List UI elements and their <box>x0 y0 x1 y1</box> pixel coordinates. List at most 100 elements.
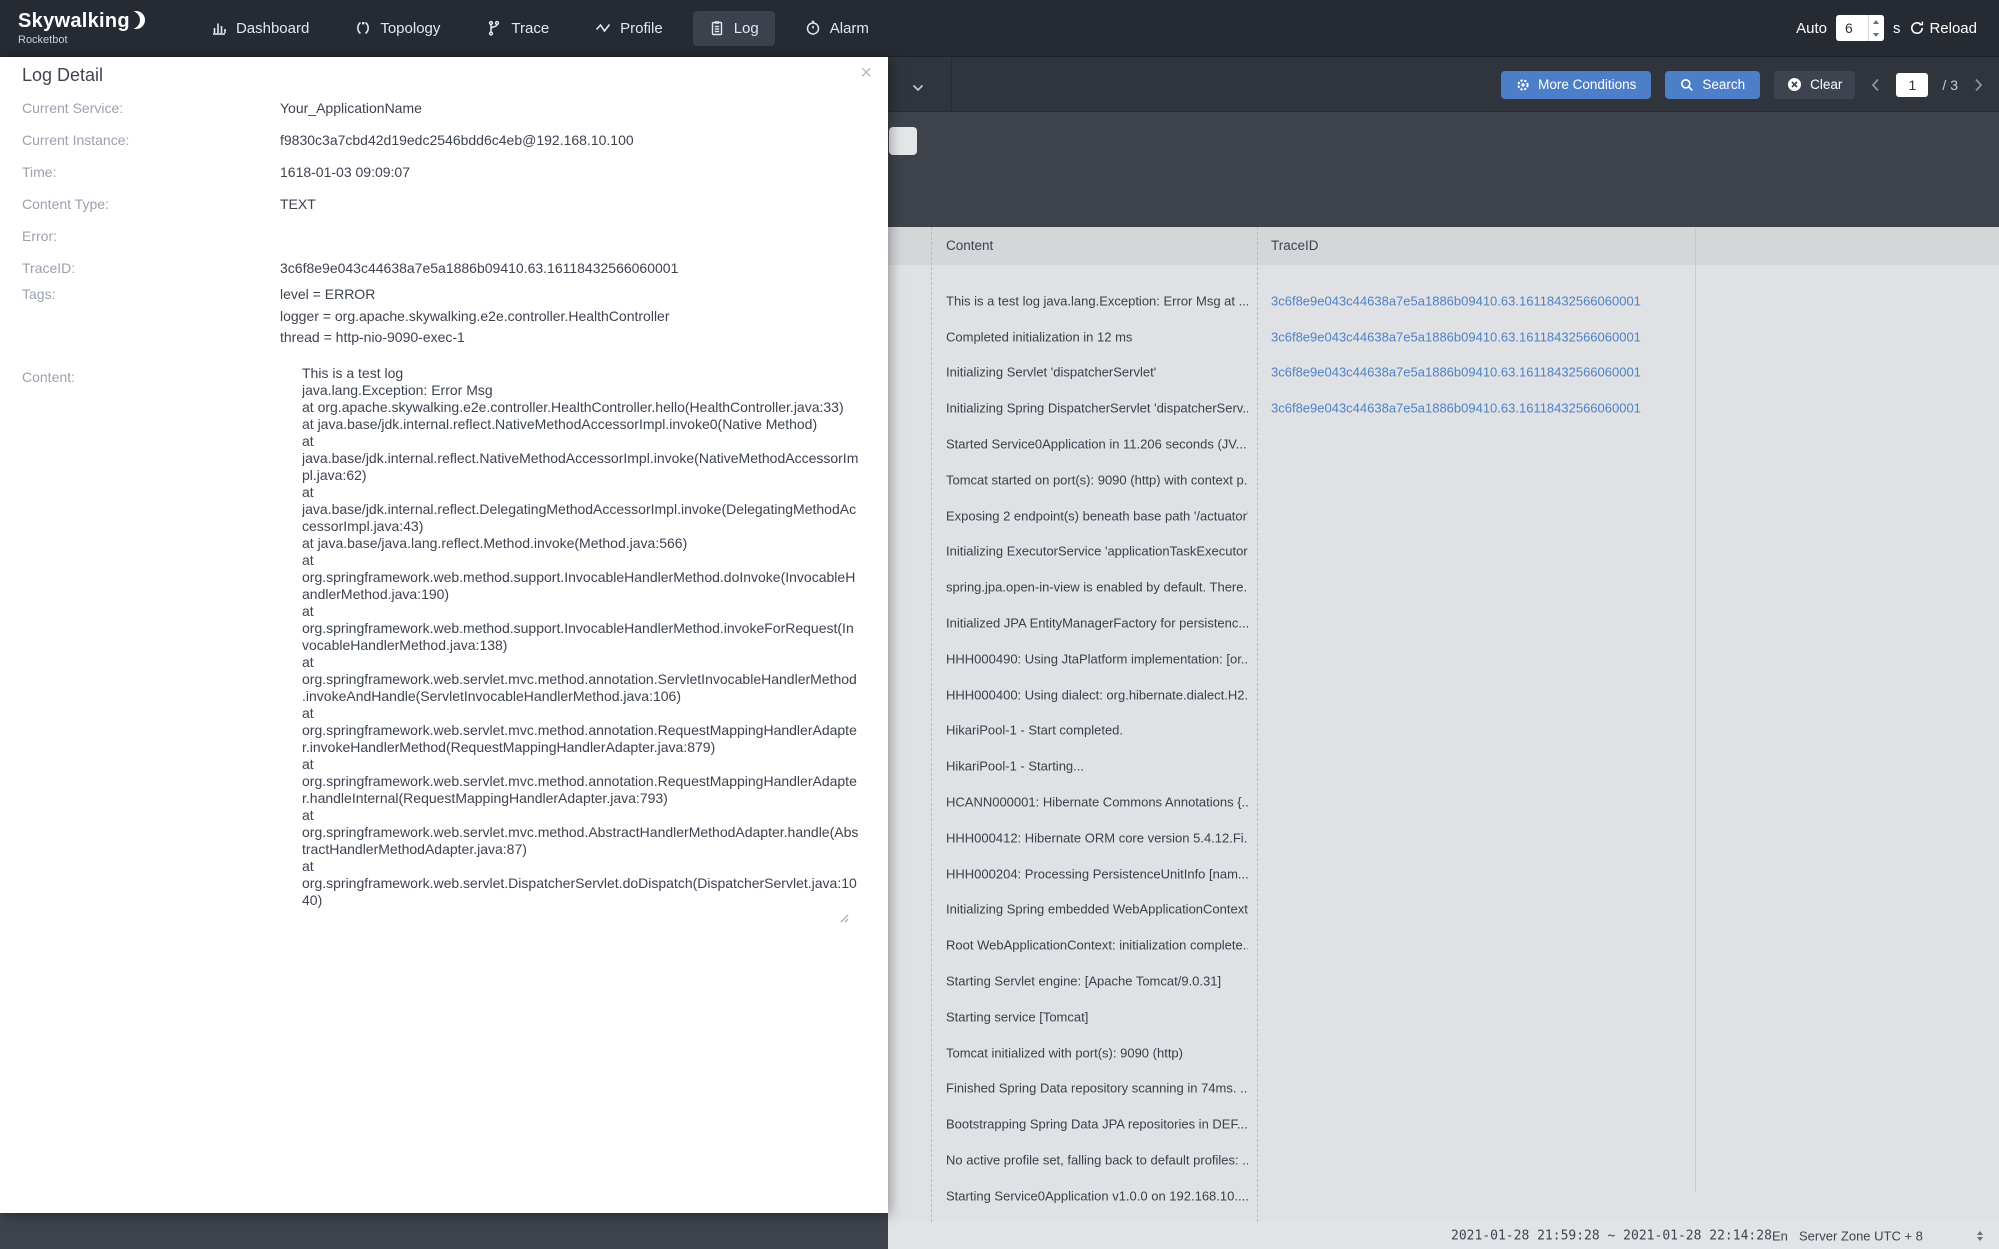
tag-value: thread = http-nio-9090-exec-1 <box>280 329 465 345</box>
auto-interval-value[interactable]: 6 <box>1836 15 1868 41</box>
page-background-patch <box>0 1213 888 1249</box>
toolbar-actions: More Conditions Search Clear 1 / 3 <box>1501 57 1985 112</box>
auto-interval-stepper <box>1867 15 1884 41</box>
trace-id-link[interactable]: 3c6f8e9e043c44638a7e5a1886b09410.63.1611… <box>1271 329 1641 344</box>
reload-button[interactable]: Reload <box>1909 20 1977 37</box>
log-content-cell[interactable]: Finished Spring Data repository scanning… <box>946 1081 1248 1096</box>
log-content-cell[interactable]: HHH000412: Hibernate ORM core version 5.… <box>946 830 1248 845</box>
nav-item-topology[interactable]: Topology <box>339 11 456 46</box>
field-error: Error: <box>0 220 888 252</box>
circle-x-icon <box>1787 77 1802 92</box>
more-conditions-button[interactable]: More Conditions <box>1501 70 1652 99</box>
log-content-cell[interactable]: Tomcat initialized with port(s): 9090 (h… <box>946 1045 1183 1060</box>
auto-refresh-controls: Auto 6 s Reload <box>1796 15 1999 41</box>
main-menu: Dashboard Topology Trace Profile Log Ala… <box>195 10 885 46</box>
server-zone-label: Server Zone UTC + 8 <box>1799 1228 1923 1243</box>
field-label: Current Service: <box>22 100 124 116</box>
field-label: Content Type: <box>22 196 109 212</box>
time-range-picker[interactable]: 2021-01-28 21:59:28 ~ 2021-01-28 22:14:2… <box>1451 1228 1772 1243</box>
field-label: Tags: <box>22 286 56 302</box>
log-content-textarea[interactable]: This is a test log java.lang.Exception: … <box>302 365 860 925</box>
clear-button[interactable]: Clear <box>1774 70 1856 99</box>
partially-hidden-control[interactable] <box>889 127 917 155</box>
log-content-cell[interactable]: Initializing Spring DispatcherServlet 'd… <box>946 401 1248 416</box>
log-content-cell[interactable]: Initialized JPA EntityManagerFactory for… <box>946 616 1248 631</box>
modal-title: Log Detail <box>22 65 104 85</box>
log-content-cell[interactable]: HHH000400: Using dialect: org.hibernate.… <box>946 687 1248 702</box>
trace-id-link[interactable]: 3c6f8e9e043c44638a7e5a1886b09410.63.1611… <box>1271 401 1641 416</box>
gear-icon <box>1516 78 1530 92</box>
log-content-cell[interactable]: Started Service0Application in 11.206 se… <box>946 437 1247 452</box>
chevron-left-icon[interactable] <box>1869 78 1882 92</box>
resize-handle-icon[interactable] <box>838 910 849 928</box>
nav-item-profile[interactable]: Profile <box>579 11 679 46</box>
field-label: Current Instance: <box>22 132 130 148</box>
top-nav: Skywalking Rocketbot Dashboard Topology … <box>0 0 1999 57</box>
field-value: 1618-01-03 09:09:07 <box>280 164 410 180</box>
log-content-cell[interactable]: Initializing ExecutorService 'applicatio… <box>946 544 1248 559</box>
log-content-cell[interactable]: Starting service [Tomcat] <box>946 1009 1088 1024</box>
topology-icon <box>355 20 371 36</box>
log-content-cell[interactable]: HHH000204: Processing PersistenceUnitInf… <box>946 866 1248 881</box>
log-content-cell[interactable]: Exposing 2 endpoint(s) beneath base path… <box>946 508 1248 523</box>
log-content-cell[interactable]: Root WebApplicationContext: initializati… <box>946 938 1248 953</box>
log-content-cell[interactable]: Initializing Spring embedded WebApplicat… <box>946 902 1248 917</box>
nav-item-log[interactable]: Log <box>692 10 775 46</box>
chevron-right-icon[interactable] <box>1972 78 1985 92</box>
page-number-input[interactable]: 1 <box>1896 72 1929 97</box>
trace-icon <box>486 20 502 36</box>
log-content-cell[interactable]: HikariPool-1 - Start completed. <box>946 723 1123 738</box>
stepper-up-icon[interactable] <box>1977 1230 1983 1235</box>
brand-logo[interactable]: Skywalking Rocketbot <box>0 11 147 46</box>
reload-icon <box>1909 20 1925 36</box>
log-content-cell[interactable]: Initializing Servlet 'dispatcherServlet' <box>946 365 1156 380</box>
log-content-cell[interactable]: No active profile set, falling back to d… <box>946 1153 1248 1168</box>
log-content-cell[interactable]: Starting Servlet engine: [Apache Tomcat/… <box>946 974 1221 989</box>
column-header-traceid: TraceID <box>1271 238 1319 253</box>
crescent-moon-icon <box>131 10 147 33</box>
log-content-cell[interactable]: Bootstrapping Spring Data JPA repositori… <box>946 1117 1248 1132</box>
field-time: Time: 1618-01-03 09:09:07 <box>0 156 888 188</box>
log-content-cell[interactable]: HHH000490: Using JtaPlatform implementat… <box>946 651 1248 666</box>
field-traceid: TraceID: 3c6f8e9e043c44638a7e5a1886b0941… <box>0 252 888 284</box>
nav-item-label: Profile <box>620 19 663 37</box>
close-icon[interactable]: × <box>860 63 872 83</box>
field-current-service: Current Service: Your_ApplicationName <box>0 92 888 124</box>
zone-stepper <box>1977 1230 1983 1241</box>
log-content-cell[interactable]: Starting Service0Application v1.0.0 on 1… <box>946 1188 1248 1203</box>
field-label: Content: <box>22 369 75 385</box>
trace-id-link[interactable]: 3c6f8e9e043c44638a7e5a1886b09410.63.1611… <box>1271 293 1641 308</box>
auto-label: Auto <box>1796 19 1827 37</box>
nav-item-label: Trace <box>511 19 550 37</box>
nav-item-alarm[interactable]: Alarm <box>789 11 885 46</box>
search-button[interactable]: Search <box>1665 70 1761 99</box>
search-label: Search <box>1702 77 1746 92</box>
auto-interval-input[interactable]: 6 <box>1835 15 1884 41</box>
field-label: Time: <box>22 164 57 180</box>
profile-icon <box>595 20 611 36</box>
log-content-cell[interactable]: Completed initialization in 12 ms <box>946 329 1132 344</box>
log-content-cell[interactable]: This is a test log java.lang.Exception: … <box>946 293 1248 308</box>
log-detail-fields: Current Service: Your_ApplicationName Cu… <box>0 92 888 349</box>
field-label: TraceID: <box>22 260 76 276</box>
stepper-down-icon[interactable] <box>1977 1236 1983 1241</box>
log-content-cell[interactable]: Tomcat started on port(s): 9090 (http) w… <box>946 472 1248 487</box>
nav-item-label: Topology <box>380 19 441 37</box>
chevron-down-icon[interactable] <box>912 79 924 97</box>
field-label: Error: <box>22 228 57 244</box>
log-content-cell[interactable]: HikariPool-1 - Starting... <box>946 759 1084 774</box>
field-value: f9830c3a7cbd42d19edc2546bdd6c4eb@192.168… <box>280 132 634 148</box>
nav-item-label: Log <box>733 19 759 37</box>
stepper-down-icon[interactable] <box>1868 28 1884 41</box>
trace-id-link[interactable]: 3c6f8e9e043c44638a7e5a1886b09410.63.1611… <box>1271 365 1641 380</box>
page-number-value: 1 <box>1908 76 1917 93</box>
language-selector[interactable]: En <box>1772 1228 1788 1243</box>
stepper-up-icon[interactable] <box>1868 15 1884 28</box>
nav-item-trace[interactable]: Trace <box>470 11 565 46</box>
log-content-cell[interactable]: HCANN000001: Hibernate Commons Annotatio… <box>946 795 1248 810</box>
log-content-cell[interactable]: spring.jpa.open-in-view is enabled by de… <box>946 580 1248 595</box>
more-conditions-label: More Conditions <box>1538 77 1637 92</box>
log-detail-modal: Log Detail × Current Service: Your_Appli… <box>0 57 888 1213</box>
nav-item-dashboard[interactable]: Dashboard <box>195 11 325 46</box>
search-icon <box>1680 78 1694 92</box>
